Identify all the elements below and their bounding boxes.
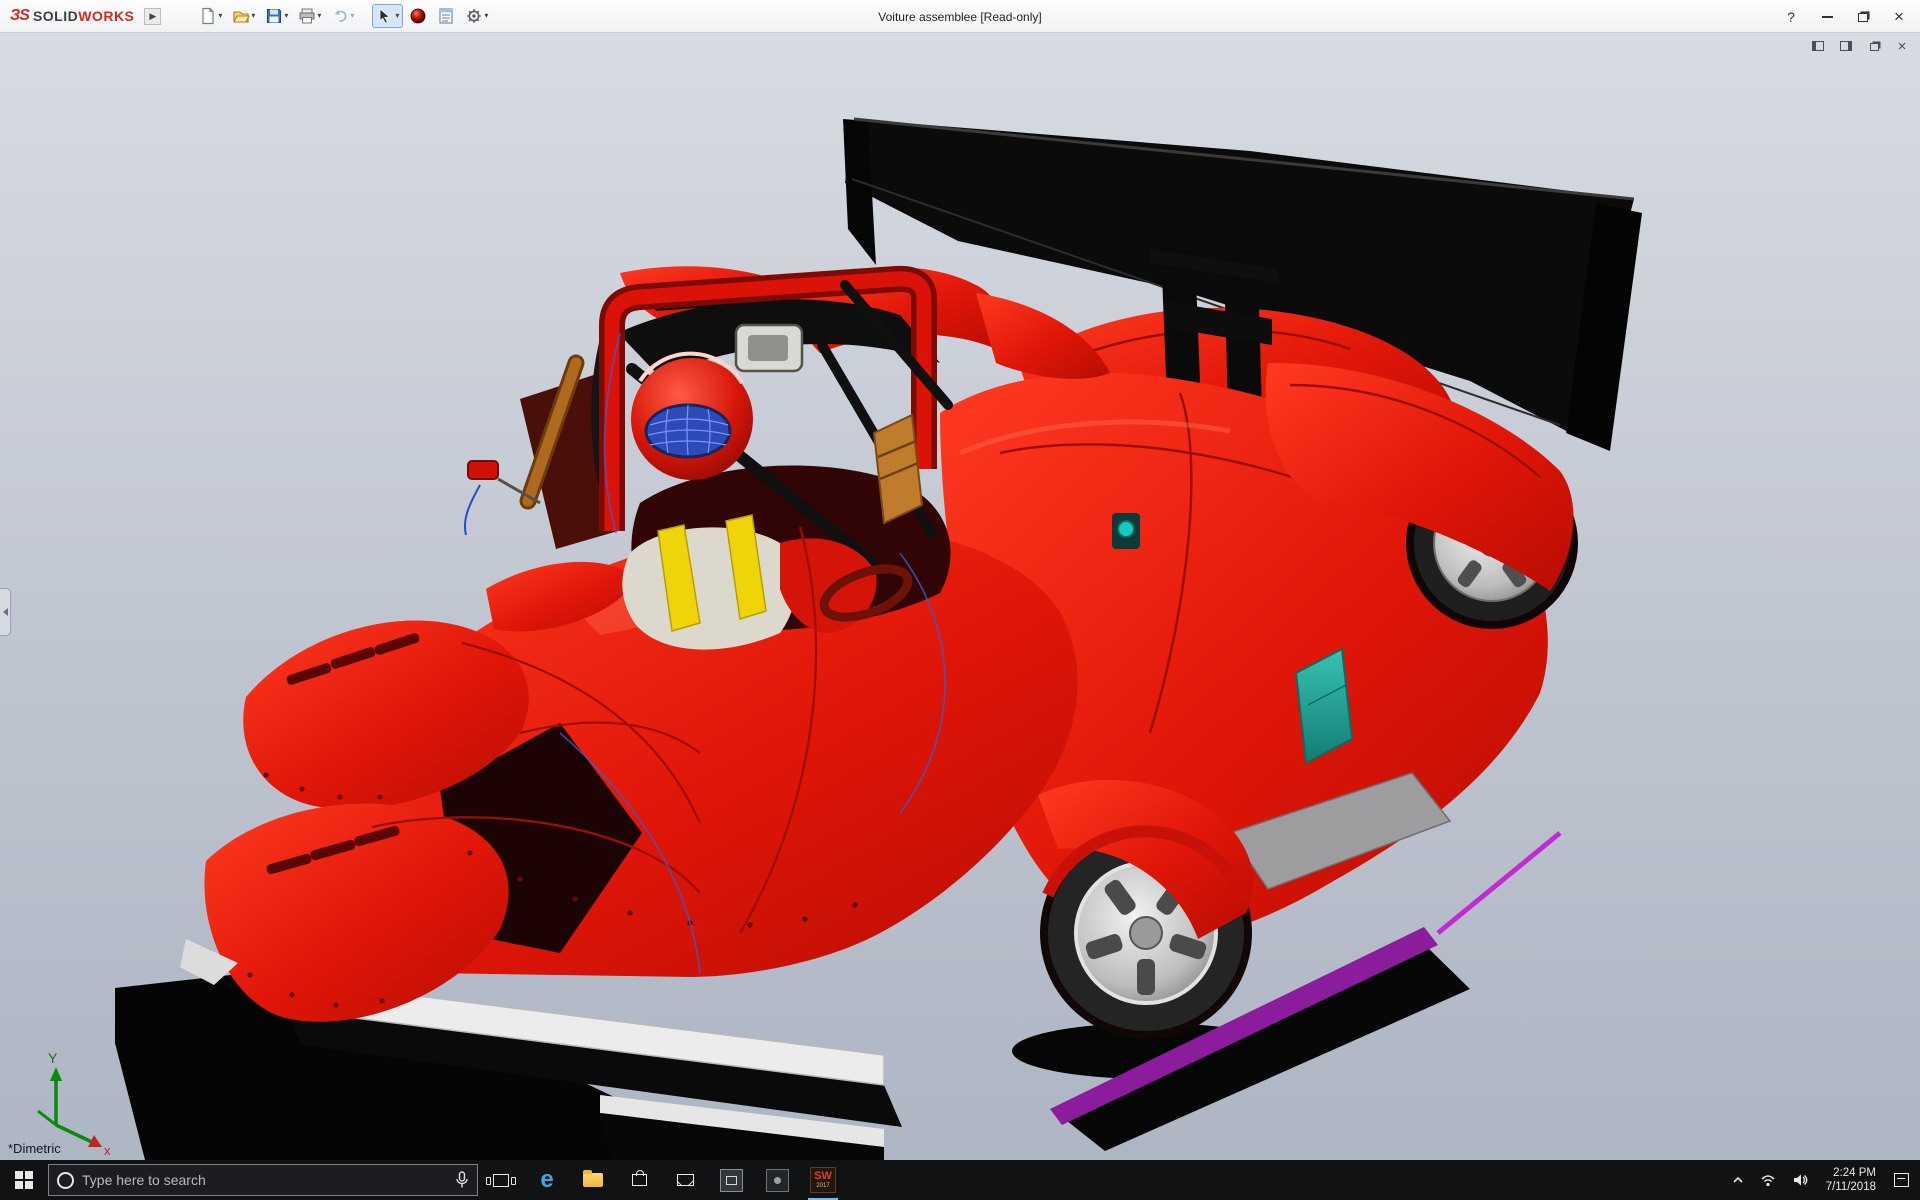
doc-restore-button[interactable] [1864,37,1884,55]
side-mirror [468,461,498,479]
store-button[interactable] [616,1160,662,1200]
system-tray: 2:24 PM 7/11/2018 [1725,1160,1920,1200]
network-icon [1760,1173,1776,1187]
clock-time: 2:24 PM [1833,1166,1876,1180]
doc-restore-icon [1870,43,1879,51]
volume-button[interactable] [1785,1160,1815,1200]
driver-suit [622,527,796,649]
undo-button[interactable]: ▾ [327,4,358,28]
triad-y-label: Y [48,1050,58,1066]
pane-split-right-icon [1840,41,1852,51]
document-window-controls: × [1808,37,1912,55]
quick-access-toolbar: ▾ ▾ ▾ ▾ ▾ ▾ ▾ [195,4,492,28]
media-app-button[interactable] [754,1160,800,1200]
search-input[interactable] [82,1172,447,1188]
action-center-button[interactable] [1887,1160,1916,1200]
taskbar-search[interactable] [48,1164,478,1196]
app-titlebar: ЗS SOLIDWORKS ▶ ▾ ▾ ▾ ▾ ▾ ▾ [0,0,1920,33]
start-button[interactable] [0,1160,48,1200]
minimize-icon [1822,16,1833,18]
file-explorer-button[interactable] [570,1160,616,1200]
doc-close-button[interactable]: × [1892,37,1912,55]
properties-sheet-icon [437,7,455,25]
3ds-logo-icon: ЗS [10,7,29,25]
cortana-icon [57,1172,74,1189]
solidworks-app-button[interactable]: SW 2017 [800,1160,846,1200]
task-view-button[interactable] [478,1160,524,1200]
network-button[interactable] [1753,1160,1783,1200]
dropdown-caret-icon[interactable]: ▾ [317,12,321,20]
restore-icon [1858,13,1868,22]
menu-flyout-arrow[interactable]: ▶ [144,8,161,25]
mail-button[interactable] [662,1160,708,1200]
solidworks-logo: ЗS SOLIDWORKS ▶ [0,7,169,25]
teal-button [1118,521,1134,537]
taskbar-clock[interactable]: 2:24 PM 7/11/2018 [1817,1166,1885,1194]
triad-x-label: x [104,1143,111,1158]
restore-button[interactable] [1846,4,1880,30]
media-app-icon [766,1169,789,1192]
print-button[interactable]: ▾ [294,4,325,28]
options-button[interactable]: ▾ [461,4,492,28]
mass-properties-button[interactable] [433,4,459,28]
dropdown-caret-icon[interactable]: ▾ [218,12,222,20]
dropdown-caret-icon[interactable]: ▾ [284,12,288,20]
pane-split-right-button[interactable] [1836,37,1856,55]
view-orientation-label: *Dimetric [8,1141,61,1156]
dropdown-caret-icon[interactable]: ▾ [484,12,488,20]
clock-date: 7/11/2018 [1826,1180,1876,1194]
window-controls: ? × [1774,0,1916,33]
edge-icon: e [540,1168,553,1192]
new-document-button[interactable]: ▾ [195,4,226,28]
close-icon: × [1894,8,1904,25]
new-document-icon [199,7,217,25]
undo-arrow-icon [331,7,349,25]
printer-icon [298,7,316,25]
save-button[interactable]: ▾ [261,4,292,28]
graphics-viewport[interactable]: × [0,33,1920,1160]
dropdown-caret-icon[interactable]: ▾ [395,12,399,20]
appearance-sphere-icon [409,7,427,25]
windows-logo-icon [15,1171,33,1189]
solidworks-wordmark: SOLIDWORKS [33,8,134,24]
appearance-button[interactable] [405,4,431,28]
task-view-icon [493,1174,509,1187]
tray-expand-button[interactable] [1725,1160,1751,1200]
document-title: Voiture assemblee [Read-only] [878,0,1041,33]
action-center-icon [1894,1173,1909,1187]
pane-split-left-button[interactable] [1808,37,1828,55]
3d-scene[interactable]: Y x [0,33,1920,1160]
options-gear-icon [465,7,483,25]
dropdown-caret-icon[interactable]: ▾ [251,12,255,20]
volume-icon [1792,1173,1808,1187]
microphone-icon[interactable] [455,1171,469,1189]
chevron-up-icon [1732,1175,1744,1185]
open-document-button[interactable]: ▾ [228,4,259,28]
help-button[interactable]: ? [1774,4,1808,30]
photos-app-icon [720,1169,743,1192]
file-explorer-icon [583,1173,603,1187]
dropdown-caret-icon[interactable]: ▾ [350,12,354,20]
pane-split-left-icon [1812,41,1824,51]
select-tool-button[interactable]: ▾ [372,4,403,28]
store-icon [632,1174,647,1186]
taskbar-pinned-apps: e SW 2017 [478,1160,846,1200]
photos-app-button[interactable] [708,1160,754,1200]
windows-taskbar: e SW 2017 2:24 PM 7/11/2018 [0,1160,1920,1200]
close-button[interactable]: × [1882,4,1916,30]
amber-panel [874,415,922,523]
solidworks-app-icon: SW 2017 [810,1167,836,1193]
open-folder-icon [232,7,250,25]
feature-tree-flyout-tab[interactable] [0,588,11,636]
select-pointer-icon [376,7,394,25]
edge-button[interactable]: e [524,1160,570,1200]
taskbar-empty-space [846,1160,1725,1200]
minimize-button[interactable] [1810,4,1844,30]
save-disk-icon [265,7,283,25]
mail-icon [677,1174,694,1186]
